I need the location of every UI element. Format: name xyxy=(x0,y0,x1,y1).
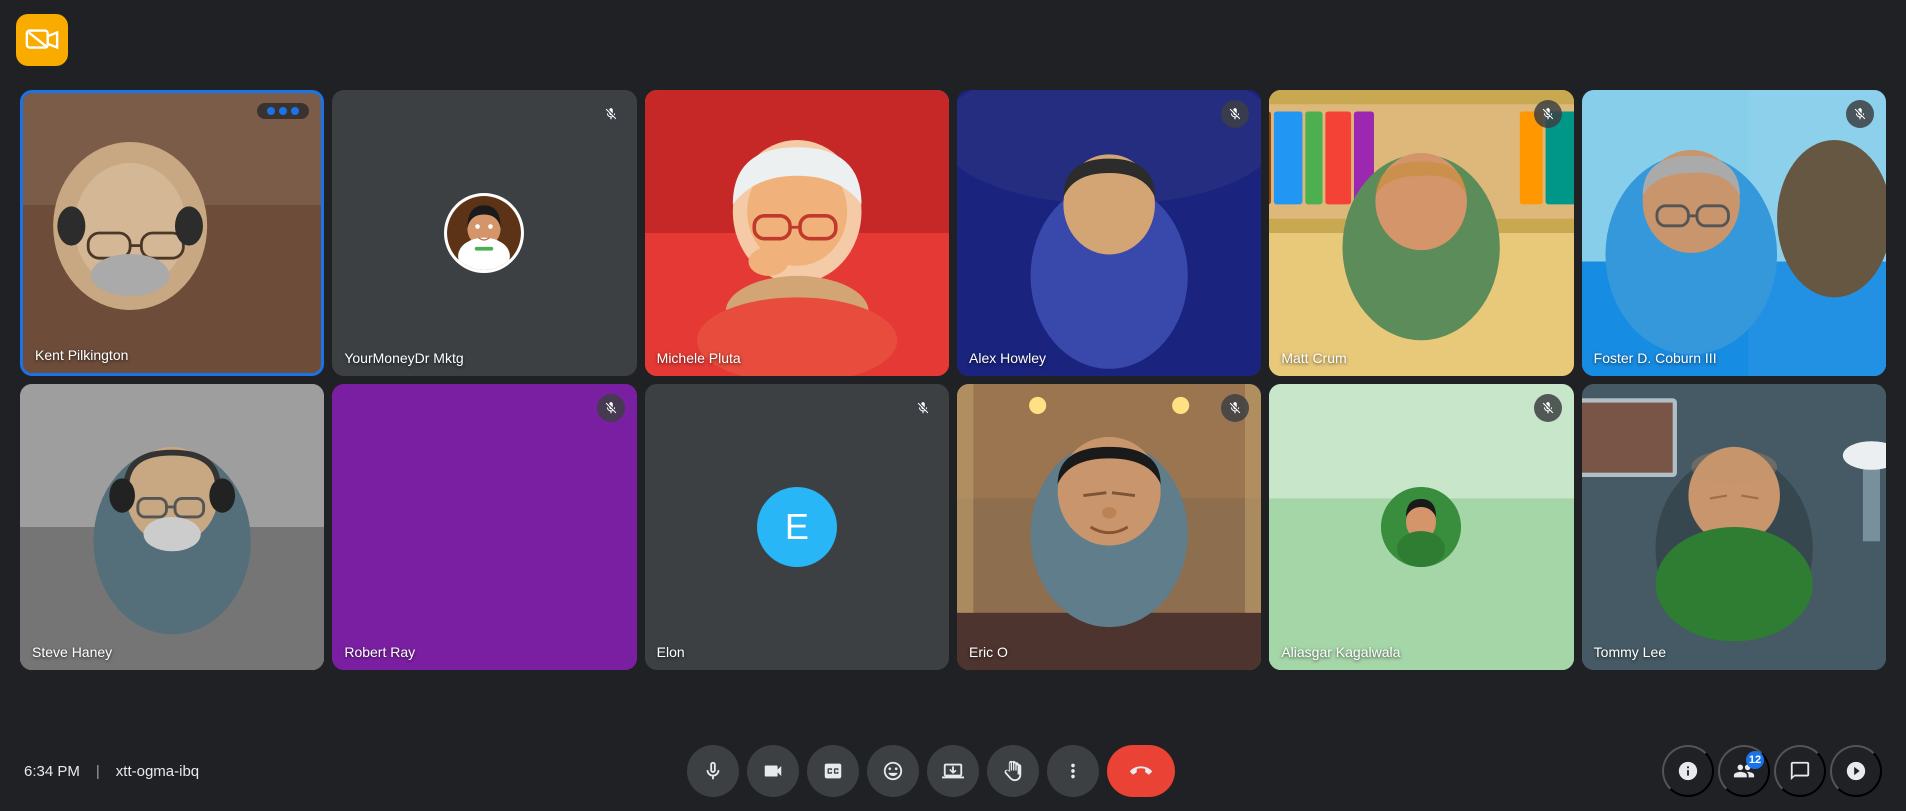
activities-button[interactable] xyxy=(1830,745,1882,797)
participant-name-elon: Elon xyxy=(657,644,685,660)
participant-name-michele: Michele Pluta xyxy=(657,350,741,366)
captions-button[interactable] xyxy=(807,745,859,797)
mute-indicator-elon xyxy=(909,394,937,422)
top-bar xyxy=(0,0,1906,80)
participant-name-eric: Eric O xyxy=(969,644,1008,660)
participant-name-tommy: Tommy Lee xyxy=(1594,644,1666,660)
tile-elon[interactable]: E Elon xyxy=(645,384,949,670)
participants-badge: 12 xyxy=(1746,751,1764,769)
main-controls xyxy=(687,745,1175,797)
participant-name-alex: Alex Howley xyxy=(969,350,1046,366)
people-button[interactable]: 12 xyxy=(1718,745,1770,797)
mute-indicator-matt xyxy=(1534,100,1562,128)
info-button[interactable] xyxy=(1662,745,1714,797)
tile-tommy[interactable]: Tommy Lee xyxy=(1582,384,1886,670)
emoji-button[interactable] xyxy=(867,745,919,797)
tile-kent[interactable]: Kent Pilkington xyxy=(20,90,324,376)
mute-indicator-money xyxy=(597,100,625,128)
microphone-button[interactable] xyxy=(687,745,739,797)
meeting-time: 6:34 PM xyxy=(24,763,80,780)
end-call-button[interactable] xyxy=(1107,745,1175,797)
camera-button[interactable] xyxy=(747,745,799,797)
participant-name-foster: Foster D. Coburn III xyxy=(1594,350,1717,366)
avatar-elon: E xyxy=(757,487,837,567)
tile-robert[interactable]: Robert Ray xyxy=(332,384,636,670)
meeting-divider: | xyxy=(96,763,100,780)
raise-hand-button[interactable] xyxy=(987,745,1039,797)
tile-michele[interactable]: Michele Pluta xyxy=(645,90,949,376)
participant-name-kent: Kent Pilkington xyxy=(35,347,128,363)
participant-name-robert: Robert Ray xyxy=(344,644,415,660)
active-speaker-indicator xyxy=(257,103,309,119)
tile-foster[interactable]: Foster D. Coburn III xyxy=(1582,90,1886,376)
tile-alex[interactable]: Alex Howley xyxy=(957,90,1261,376)
participant-name-steve: Steve Haney xyxy=(32,644,112,660)
right-controls: 12 xyxy=(1662,745,1882,797)
tile-eric[interactable]: Eric O xyxy=(957,384,1261,670)
tile-steve[interactable]: Steve Haney xyxy=(20,384,324,670)
meeting-info: 6:34 PM | xtt-ogma-ibq xyxy=(24,763,199,780)
video-grid: Kent Pilkington xyxy=(20,90,1886,670)
app-logo xyxy=(16,14,68,66)
tile-aliasgar[interactable]: Aliasgar Kagalwala xyxy=(1269,384,1573,670)
bottom-bar: 6:34 PM | xtt-ogma-ibq xyxy=(0,731,1906,811)
participant-name-money: YourMoneyDr Mktg xyxy=(344,350,463,366)
chat-button[interactable] xyxy=(1774,745,1826,797)
participant-name-matt: Matt Crum xyxy=(1281,350,1346,366)
avatar-money xyxy=(444,193,524,273)
present-button[interactable] xyxy=(927,745,979,797)
mute-indicator-foster xyxy=(1846,100,1874,128)
more-options-button[interactable] xyxy=(1047,745,1099,797)
meeting-code: xtt-ogma-ibq xyxy=(116,763,199,780)
tile-money[interactable]: YourMoneyDr Mktg xyxy=(332,90,636,376)
participant-name-aliasgar: Aliasgar Kagalwala xyxy=(1281,644,1400,660)
mute-indicator-robert xyxy=(597,394,625,422)
mute-indicator-aliasgar xyxy=(1534,394,1562,422)
tile-matt[interactable]: Matt Crum xyxy=(1269,90,1573,376)
avatar-aliasgar xyxy=(1381,487,1461,567)
